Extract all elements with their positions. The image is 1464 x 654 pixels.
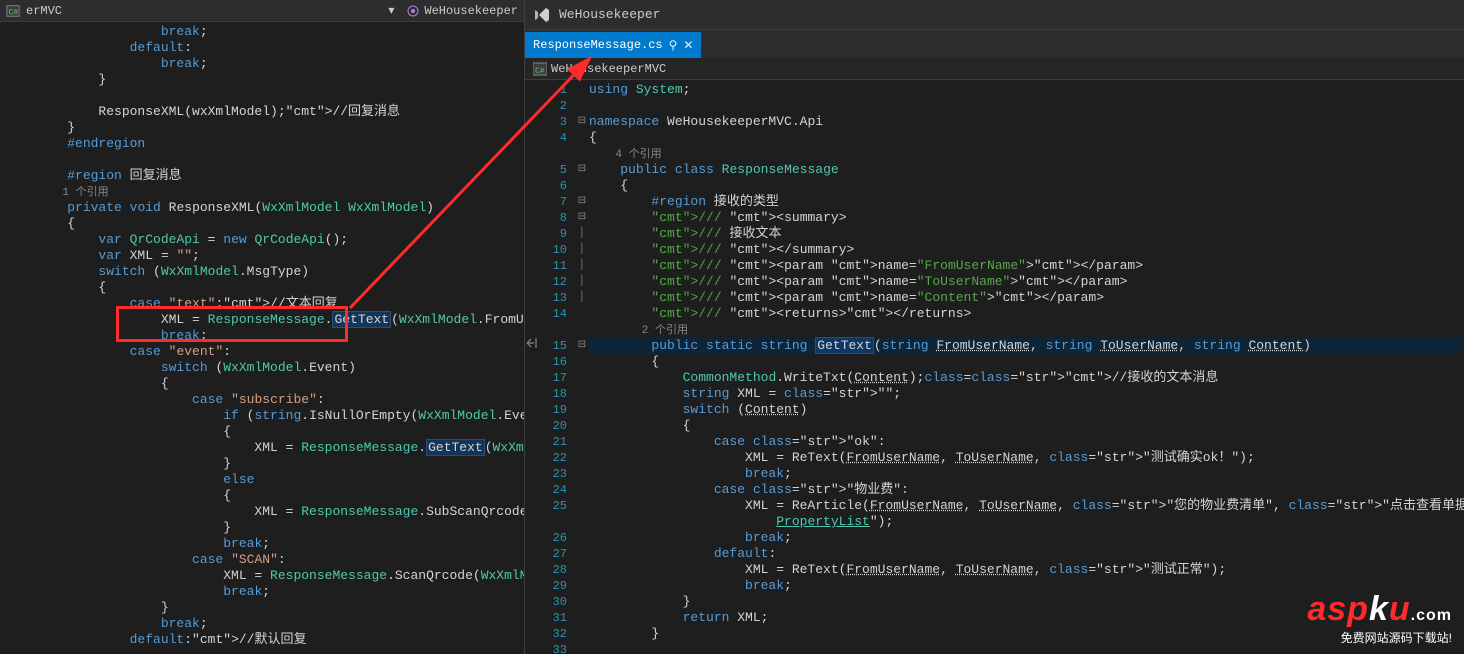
svg-text:C#: C# xyxy=(9,8,19,17)
tab-filename: ResponseMessage.cs xyxy=(533,38,663,52)
left-gutter xyxy=(0,22,36,654)
right-code-lines[interactable]: using System;namespace WeHousekeeperMVC.… xyxy=(589,80,1464,654)
dropdown-arrow-icon[interactable]: ▾ xyxy=(384,3,398,18)
left-code-area[interactable]: break; default: break; } ResponseXML(wxX… xyxy=(0,22,524,654)
left-code-lines[interactable]: break; default: break; } ResponseXML(wxX… xyxy=(36,22,524,654)
csharp-project-icon: C# xyxy=(6,4,20,18)
file-tab-responsemessage[interactable]: ResponseMessage.cs ⚲ ✕ xyxy=(525,32,701,58)
right-fold-column[interactable]: ⊟⊟⊟⊟│││││⊟ xyxy=(575,80,589,654)
tab-close-icon[interactable]: ✕ xyxy=(683,38,693,53)
method-icon xyxy=(406,4,420,18)
left-right-tab-indicator[interactable]: WeHousekeeper xyxy=(406,4,518,18)
left-header-title: erMVC xyxy=(26,4,62,18)
right-code-area[interactable]: 1234567891011121314151617181920212223242… xyxy=(525,80,1464,654)
left-breadcrumb-bar: C# erMVC ▾ WeHousekeeper xyxy=(0,0,524,22)
right-breadcrumb-bar: C# WeHousekeeperMVC ▾ WeHousekeeperMVC.A… xyxy=(525,58,1464,80)
breadcrumb-project[interactable]: C# WeHousekeeperMVC xyxy=(533,62,666,76)
vs-window-title: WeHousekeeper xyxy=(559,7,660,22)
csharp-project-icon: C# xyxy=(533,62,547,76)
vs-window-titlebar: WeHousekeeper xyxy=(525,0,1464,30)
vs-logo-icon xyxy=(533,6,551,24)
watermark-logo: aspku.com 免费网站源码下载站! xyxy=(1307,590,1452,646)
left-margin-indicator xyxy=(525,336,539,354)
svg-text:C#: C# xyxy=(535,67,545,76)
right-gutter: 1234567891011121314151617181920212223242… xyxy=(525,80,575,654)
right-editor-panel: WeHousekeeper ResponseMessage.cs ⚲ ✕ C# … xyxy=(525,0,1464,654)
file-tab-row: ResponseMessage.cs ⚲ ✕ xyxy=(525,30,1464,58)
tab-pin-icon[interactable]: ⚲ xyxy=(669,38,678,53)
left-editor-panel: C# erMVC ▾ WeHousekeeper break; default:… xyxy=(0,0,525,654)
